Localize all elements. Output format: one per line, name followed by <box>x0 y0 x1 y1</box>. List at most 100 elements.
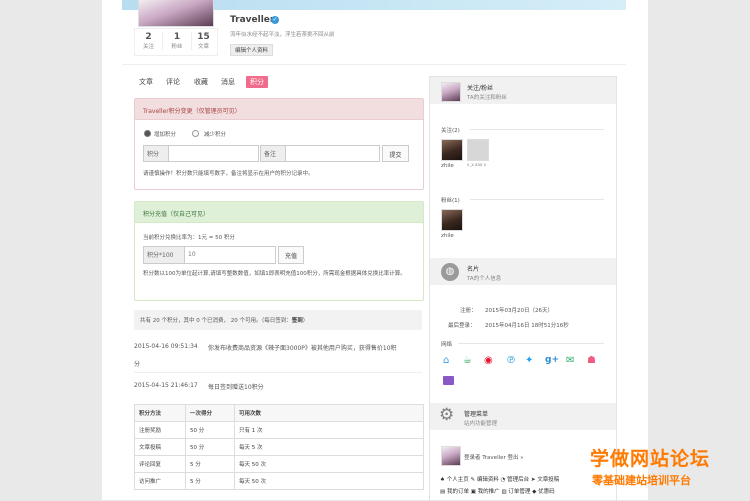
table-cell: 评论回复 <box>134 455 186 473</box>
stat-posts-label: 文章 <box>197 44 209 50</box>
edit-icon: ✎ <box>470 477 476 483</box>
card-section-header: ◍ 名片 TA的个人信息 <box>430 258 616 285</box>
stat-following-count[interactable]: 2 <box>135 32 162 42</box>
registered-label: 注册： <box>460 308 477 314</box>
list-icon: ▥ <box>501 489 507 495</box>
radio-add-label: 增加积分 <box>154 132 177 138</box>
verified-icon: ✓ <box>271 16 279 24</box>
recharge-input[interactable]: 10 <box>184 246 276 264</box>
fan-avatar-1[interactable] <box>441 209 463 231</box>
login-avatar[interactable] <box>441 446 461 466</box>
twitter-icon[interactable]: ✦ <box>525 355 533 366</box>
points-change-title: Traveller积分变更（仅管理员可见） <box>143 108 241 115</box>
following-avatar-2[interactable] <box>467 139 489 161</box>
card-subtitle: TA的个人信息 <box>467 276 502 282</box>
points-change-help: 请谨慎操作！积分数只能填写数字，备注将显示在用户的积分记录中。 <box>143 171 314 177</box>
record-divider <box>134 372 422 373</box>
following-label: 关注(2) <box>441 128 460 134</box>
points-label: 积分 <box>143 145 169 162</box>
menu-home[interactable]: 个人主页 <box>447 477 469 483</box>
registered-value: 2015年03月20日（26天） <box>485 308 553 314</box>
watermark-line-2: 零基础建站培训平台 <box>592 474 691 487</box>
card-title: 名片 <box>467 266 480 273</box>
table-header: 可用次数 <box>234 404 424 422</box>
fans-label: 粉丝(1) <box>441 198 460 204</box>
follow-subtitle: TA的关注和粉丝 <box>467 95 507 101</box>
qq-icon[interactable]: ☗ <box>587 355 596 366</box>
tab-posts[interactable]: 文章 <box>139 77 153 87</box>
admin-section-header: ⚙ 管理菜单 站内功能管理 <box>430 403 616 430</box>
tab-comments[interactable]: 评论 <box>166 77 180 87</box>
menu-order-manage[interactable]: 订单管理 <box>508 489 530 495</box>
weibo-icon[interactable]: ◉ <box>484 355 493 366</box>
cart-icon: ▤ <box>440 489 446 495</box>
tab-favorites[interactable]: 收藏 <box>194 77 208 87</box>
radio-add[interactable] <box>144 130 151 137</box>
last-login-label: 最后登录： <box>448 323 476 329</box>
following-name-1[interactable]: zhile <box>441 163 454 169</box>
note-input[interactable] <box>285 145 380 162</box>
following-name-2[interactable]: x_x.aaa x <box>467 162 489 167</box>
tag-icon: ◆ <box>532 489 537 495</box>
recharge-title: 积分充值（仅自己可见） <box>143 211 210 218</box>
table-cell: 每天 50 次 <box>234 455 424 473</box>
table-header-row: 积分方法 一次得分 可用次数 <box>134 404 424 422</box>
recharge-label: 积分*100 <box>143 246 185 264</box>
points-input[interactable] <box>168 145 259 162</box>
globe-icon: ◍ <box>441 263 459 281</box>
summary-tail: ） <box>302 318 309 324</box>
table-cell: 只有 1 次 <box>234 421 424 439</box>
stat-fans-label: 粉丝 <box>171 44 183 50</box>
fan-name-1[interactable]: zhile <box>441 233 454 239</box>
admin-title: 管理菜单 <box>464 411 489 418</box>
table-cell: 5 分 <box>185 472 235 490</box>
submit-points-button[interactable]: 提交 <box>382 145 409 162</box>
sign-in-link[interactable]: 签到 <box>292 318 303 324</box>
profile-stats: 2 关注 1 粉丝 15 文章 <box>134 28 218 56</box>
send-icon: ➤ <box>530 477 536 483</box>
profile-avatar[interactable] <box>138 0 214 27</box>
follow-title: 关注/粉丝 <box>467 85 494 92</box>
admin-subtitle: 站内功能管理 <box>464 421 498 427</box>
table-row: 注册奖励 50 分 只有 1 次 <box>134 421 424 439</box>
menu-coupons[interactable]: 优惠码 <box>538 489 555 495</box>
profile-name: Traveller <box>230 15 275 25</box>
table-row: 文章投稿 50 分 每天 5 次 <box>134 438 424 456</box>
menu-edit-profile[interactable]: 编辑资料 <box>477 477 499 483</box>
record-text-1-cont: 分 <box>134 361 141 368</box>
stat-posts-count[interactable]: 15 <box>190 32 217 42</box>
recharge-rate: 当前积分兑换比率为：1元 = 50 积分 <box>143 235 235 241</box>
wechat-icon[interactable]: ✉ <box>566 355 574 366</box>
table-cell: 注册奖励 <box>134 421 186 439</box>
note-label: 备注 <box>260 145 286 162</box>
dashboard-icon: ◔ <box>500 477 506 483</box>
menu-my-promo[interactable]: 我的推广 <box>478 489 500 495</box>
menu-admin[interactable]: 管理后台 <box>507 477 529 483</box>
record-time-2: 2015-04-15 21:46:17 <box>134 382 198 389</box>
coffee-icon[interactable]: ☕ <box>463 355 472 366</box>
tab-points[interactable]: 积分 <box>246 76 268 88</box>
stat-fans-count[interactable]: 1 <box>163 32 191 42</box>
record-text-2: 每日签到赠送10积分 <box>208 384 264 391</box>
email-icon[interactable] <box>443 376 454 385</box>
follow-section-header: 关注/粉丝 TA的关注和粉丝 <box>430 77 616 104</box>
edit-profile-button[interactable]: 编辑个人资料 <box>230 44 274 56</box>
recharge-help: 积分数以100为单位起计算,请填写整数数值，如填1即表明充值100积分，所需现金… <box>143 271 406 277</box>
radio-subtract[interactable] <box>192 130 199 137</box>
menu-my-orders[interactable]: 我的订单 <box>447 489 469 495</box>
table-row: 访问推广 5 分 每天 50 次 <box>134 472 424 490</box>
login-text[interactable]: 登录者 Traveller 登出 » <box>464 453 524 461</box>
home-icon[interactable]: ⌂ <box>443 355 449 366</box>
profile-motto: 流年似水经不起平淡，浮生若茶挑不回从前 <box>230 32 335 38</box>
google-plus-icon[interactable]: g+ <box>545 355 559 365</box>
points-change-panel: Traveller积分变更（仅管理员可见） 增加积分 减少积分 积分 备注 提交… <box>134 98 424 190</box>
gear-icon: ⚙ <box>439 405 455 425</box>
tencent-weibo-icon[interactable]: ℗ <box>506 355 516 366</box>
recharge-button[interactable]: 充值 <box>278 246 304 264</box>
menu-submit-post[interactable]: 文章投稿 <box>537 477 559 483</box>
recharge-panel: 积分充值（仅自己可见） 当前积分兑换比率为：1元 = 50 积分 积分*100 … <box>134 201 424 301</box>
tab-messages[interactable]: 消息 <box>221 77 235 87</box>
table-header: 一次得分 <box>185 404 235 422</box>
following-avatar-1[interactable] <box>441 139 463 161</box>
follow-avatar[interactable] <box>441 82 461 102</box>
